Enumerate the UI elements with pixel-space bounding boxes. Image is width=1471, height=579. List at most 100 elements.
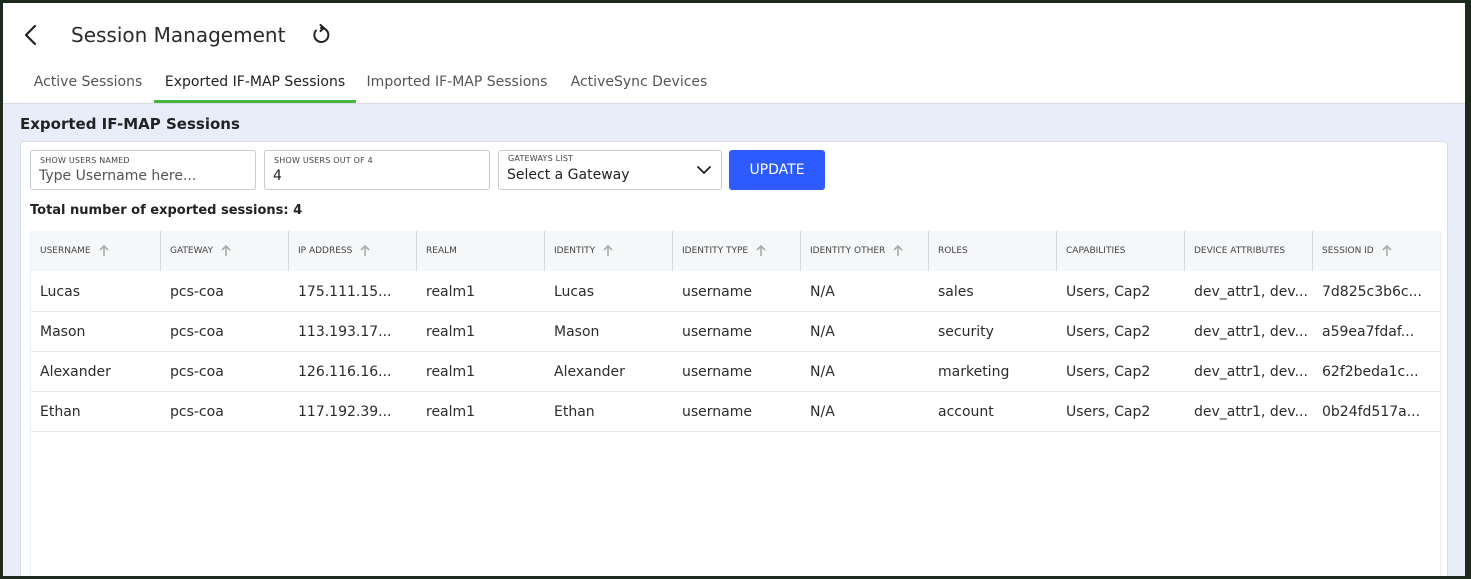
column-header-label: USERNAME — [40, 246, 91, 256]
cell-username: Lucas — [40, 284, 80, 300]
column-header-label: REALM — [426, 246, 457, 256]
page-title: Session Management — [71, 23, 286, 47]
cell-realm: realm1 — [426, 324, 476, 340]
sort-arrow-up-icon[interactable] — [893, 244, 903, 257]
cell-capabilities: Users, Cap2 — [1066, 284, 1151, 300]
gateway-select[interactable]: GATEWAYS LIST Select a Gateway — [498, 150, 722, 190]
tab-active-sessions[interactable]: Active Sessions — [21, 67, 155, 103]
cell-roles: sales — [938, 284, 974, 300]
sort-arrow-up-icon[interactable] — [360, 244, 370, 257]
user-count-label: SHOW USERS OUT OF 4 — [274, 156, 373, 165]
tab-exported-ifmap-sessions[interactable]: Exported IF-MAP Sessions — [154, 67, 356, 103]
column-header-label: ROLES — [938, 246, 968, 256]
cell-device-attributes: dev_attr1, dev... — [1194, 284, 1308, 300]
cell-device-attributes: dev_attr1, dev... — [1194, 404, 1308, 420]
cell-identity: Mason — [554, 324, 600, 340]
user-count-input[interactable] — [273, 168, 481, 184]
cell-identity-type: username — [682, 324, 752, 340]
cell-gateway: pcs-coa — [170, 324, 224, 340]
cell-identity-other: N/A — [810, 284, 835, 300]
username-filter-label: SHOW USERS NAMED — [40, 156, 130, 165]
tab-bar: Active Sessions Exported IF-MAP Sessions… — [3, 67, 1465, 105]
cell-session-id: 7d825c3b6c... — [1322, 284, 1422, 300]
cell-gateway: pcs-coa — [170, 284, 224, 300]
refresh-icon — [313, 24, 330, 43]
gateway-select-value: Select a Gateway — [507, 167, 630, 183]
column-header-label: IDENTITY TYPE — [682, 246, 749, 256]
cell-username: Ethan — [40, 404, 81, 420]
cell-identity: Ethan — [554, 404, 595, 420]
cell-identity-type: username — [682, 404, 752, 420]
section-title: Exported IF-MAP Sessions — [20, 115, 240, 133]
sort-arrow-up-icon[interactable] — [603, 244, 613, 257]
column-header-capabilities: CAPABILITIES — [1057, 231, 1185, 271]
sessions-panel: SHOW USERS NAMED SHOW USERS OUT OF 4 GAT… — [20, 141, 1448, 576]
user-count-field[interactable]: SHOW USERS OUT OF 4 — [264, 150, 490, 190]
column-header-label: CAPABILITIES — [1066, 246, 1126, 256]
sort-arrow-up-icon[interactable] — [99, 244, 109, 257]
cell-roles: account — [938, 404, 994, 420]
cell-gateway: pcs-coa — [170, 364, 224, 380]
sort-arrow-up-icon[interactable] — [756, 244, 766, 257]
cell-capabilities: Users, Cap2 — [1066, 364, 1151, 380]
column-header-label: DEVICE ATTRIBUTES — [1194, 246, 1286, 256]
cell-realm: realm1 — [426, 404, 476, 420]
username-filter-field[interactable]: SHOW USERS NAMED — [30, 150, 256, 190]
sort-arrow-up-icon[interactable] — [1382, 244, 1392, 257]
cell-identity: Alexander — [554, 364, 625, 380]
refresh-button[interactable] — [307, 21, 335, 49]
total-sessions-count: Total number of exported sessions: 4 — [30, 203, 303, 218]
cell-identity-other: N/A — [810, 324, 835, 340]
table-row[interactable]: Alexander pcs-coa 126.116.16... realm1 Alexa… — [31, 352, 1440, 392]
column-header-session-id[interactable]: SESSION ID — [1313, 231, 1440, 271]
cell-username: Alexander — [40, 364, 111, 380]
column-header-username[interactable]: USERNAME — [31, 231, 161, 271]
table-row[interactable]: Lucas pcs-coa 175.111.15... realm1 Lucas user… — [31, 272, 1440, 312]
tab-imported-ifmap-sessions[interactable]: Imported IF-MAP Sessions — [360, 67, 554, 103]
column-header-device-attributes: DEVICE ATTRIBUTES — [1185, 231, 1313, 271]
gateway-select-label: GATEWAYS LIST — [508, 154, 574, 163]
column-header-ip-address[interactable]: IP ADDRESS — [289, 231, 417, 271]
table-header: USERNAME GATEWAY IP ADDRESS REALM IDENTITY ID… — [31, 231, 1440, 271]
sort-arrow-up-icon[interactable] — [221, 244, 231, 257]
cell-roles: security — [938, 324, 994, 340]
cell-capabilities: Users, Cap2 — [1066, 324, 1151, 340]
tab-activesync-devices[interactable]: ActiveSync Devices — [563, 67, 715, 103]
sessions-table: USERNAME GATEWAY IP ADDRESS REALM IDENTITY ID… — [30, 231, 1441, 576]
update-button[interactable]: UPDATE — [729, 150, 825, 190]
chevron-down-icon — [697, 166, 711, 174]
cell-identity-other: N/A — [810, 404, 835, 420]
username-filter-input[interactable] — [39, 168, 247, 184]
cell-username: Mason — [40, 324, 86, 340]
cell-session-id: 0b24fd517a... — [1322, 404, 1421, 420]
cell-identity-other: N/A — [810, 364, 835, 380]
cell-ip-address: 175.111.15... — [298, 284, 392, 300]
column-header-gateway[interactable]: GATEWAY — [161, 231, 289, 271]
app-window: Session Management Active Sessions Expor… — [3, 3, 1465, 576]
cell-capabilities: Users, Cap2 — [1066, 404, 1151, 420]
column-header-identity-other[interactable]: IDENTITY OTHER — [801, 231, 929, 271]
cell-device-attributes: dev_attr1, dev... — [1194, 364, 1308, 380]
cell-identity-type: username — [682, 364, 752, 380]
column-header-label: IDENTITY — [554, 246, 596, 256]
cell-identity: Lucas — [554, 284, 594, 300]
cell-identity-type: username — [682, 284, 752, 300]
column-header-identity[interactable]: IDENTITY — [545, 231, 673, 271]
table-row[interactable]: Ethan pcs-coa 117.192.39... realm1 Ethan user… — [31, 392, 1440, 432]
column-header-roles: ROLES — [929, 231, 1057, 271]
table-row[interactable]: Mason pcs-coa 113.193.17... realm1 Mason user… — [31, 312, 1440, 352]
back-button[interactable] — [17, 21, 45, 49]
cell-session-id: a59ea7fdaf... — [1322, 324, 1415, 340]
cell-roles: marketing — [938, 364, 1010, 380]
cell-device-attributes: dev_attr1, dev... — [1194, 324, 1308, 340]
column-header-label: IP ADDRESS — [298, 246, 353, 256]
cell-ip-address: 113.193.17... — [298, 324, 392, 340]
chevron-left-icon — [24, 24, 37, 46]
cell-ip-address: 117.192.39... — [298, 404, 392, 420]
header: Session Management — [3, 3, 1465, 67]
column-header-identity-type[interactable]: IDENTITY TYPE — [673, 231, 801, 271]
column-header-label: IDENTITY OTHER — [810, 246, 886, 256]
cell-gateway: pcs-coa — [170, 404, 224, 420]
cell-session-id: 62f2beda1c... — [1322, 364, 1419, 380]
cell-realm: realm1 — [426, 364, 476, 380]
